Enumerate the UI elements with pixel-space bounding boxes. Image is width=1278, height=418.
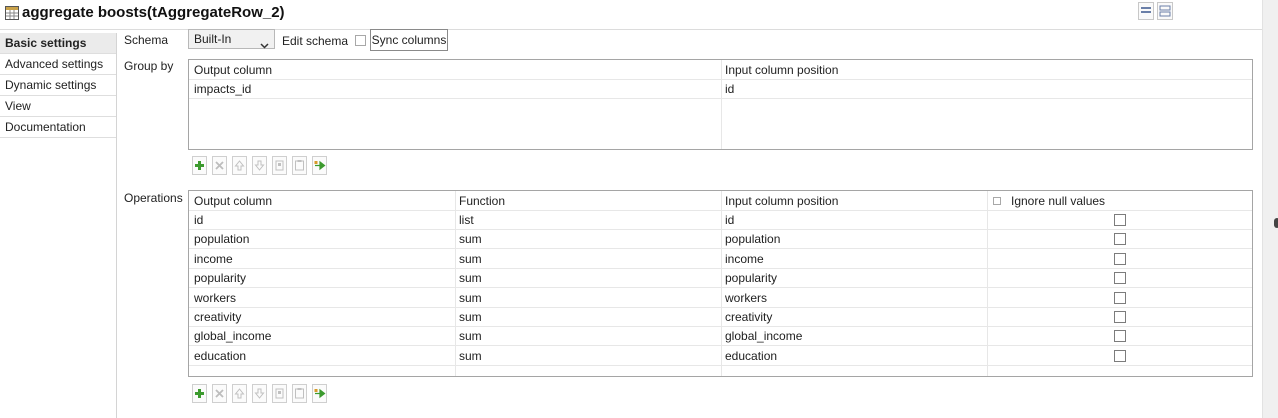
sidebar-item-advanced-settings[interactable]: Advanced settings <box>0 54 116 75</box>
function-cell[interactable]: list <box>455 211 474 230</box>
input-column-cell[interactable]: global_income <box>721 327 802 346</box>
sidebar-item-documentation[interactable]: Documentation <box>0 117 116 138</box>
input-column-cell[interactable]: id <box>721 211 734 230</box>
move-down-icon[interactable] <box>252 156 267 175</box>
column-header[interactable]: Output column <box>190 192 272 211</box>
aggregate-component-icon <box>5 6 19 20</box>
group-by-header-row: Output column Input column position <box>189 61 1252 80</box>
function-cell[interactable]: sum <box>455 327 482 346</box>
table-row[interactable]: population sum population <box>189 230 1252 250</box>
output-column-cell[interactable]: income <box>190 250 233 269</box>
output-column-cell[interactable]: education <box>190 347 246 366</box>
component-title: aggregate boosts(tAggregateRow_2) <box>22 4 285 21</box>
column-header[interactable]: Input column position <box>721 61 838 80</box>
ignore-null-all-checkbox[interactable] <box>993 197 1001 205</box>
ignore-null-checkbox[interactable] <box>1114 233 1126 246</box>
function-cell[interactable]: sum <box>455 230 482 249</box>
settings-sidebar: Basic settings Advanced settings Dynamic… <box>0 33 117 418</box>
copy-icon[interactable] <box>272 384 287 403</box>
table-row[interactable]: global_income sum global_income <box>189 327 1252 347</box>
function-cell[interactable]: sum <box>455 289 482 308</box>
output-column-cell[interactable]: creativity <box>190 308 241 327</box>
remove-icon[interactable] <box>212 384 227 403</box>
schema-select-value: Built-In <box>194 32 232 46</box>
output-column-cell[interactable]: workers <box>190 289 236 308</box>
column-header[interactable]: Function <box>455 192 505 211</box>
operations-label: Operations <box>124 191 183 205</box>
function-cell[interactable]: sum <box>455 269 482 288</box>
form-view-icon[interactable] <box>1157 2 1173 20</box>
output-column-cell[interactable]: global_income <box>190 327 271 346</box>
ignore-null-checkbox[interactable] <box>1114 311 1126 323</box>
output-column-cell[interactable]: id <box>190 211 203 230</box>
schema-select[interactable]: Built-In <box>188 29 275 49</box>
table-row[interactable]: id list id <box>189 211 1252 230</box>
column-header[interactable]: Output column <box>190 61 272 80</box>
function-cell[interactable]: sum <box>455 250 482 269</box>
column-header[interactable]: Input column position <box>721 192 838 211</box>
move-up-icon[interactable] <box>232 384 247 403</box>
output-column-cell[interactable]: population <box>190 230 249 249</box>
column-header[interactable]: Ignore null values <box>1007 192 1105 211</box>
input-column-cell[interactable]: popularity <box>721 269 777 288</box>
sync-columns-button[interactable]: Sync columns <box>370 29 448 51</box>
table-row[interactable]: popularity sum popularity <box>189 269 1252 289</box>
table-row[interactable]: workers sum workers <box>189 289 1252 308</box>
operations-header-row: Output column Function Input column posi… <box>189 192 1252 211</box>
ignore-null-checkbox[interactable] <box>1114 291 1126 304</box>
group-by-table: Output column Input column position impa… <box>188 59 1253 150</box>
schema-label: Schema <box>124 33 169 47</box>
table-row[interactable]: education sum education <box>189 347 1252 366</box>
move-up-icon[interactable] <box>232 156 247 175</box>
ignore-null-checkbox[interactable] <box>1114 330 1126 343</box>
add-icon[interactable] <box>192 384 207 403</box>
sidebar-item-view[interactable]: View <box>0 96 116 117</box>
table-row[interactable]: income sum income <box>189 250 1252 269</box>
sidebar-item-dynamic-settings[interactable]: Dynamic settings <box>0 75 116 96</box>
import-icon[interactable] <box>312 156 327 175</box>
function-cell[interactable]: sum <box>455 347 482 366</box>
ignore-null-checkbox[interactable] <box>1114 349 1126 362</box>
output-column-cell[interactable]: popularity <box>190 269 246 288</box>
input-column-cell[interactable]: workers <box>721 289 767 308</box>
input-column-cell[interactable]: id <box>721 80 734 99</box>
move-down-icon[interactable] <box>252 384 267 403</box>
add-icon[interactable] <box>192 156 207 175</box>
output-column-cell[interactable]: impacts_id <box>190 80 251 99</box>
sidebar-item-basic-settings[interactable]: Basic settings <box>0 33 116 54</box>
vertical-scrollbar[interactable] <box>1262 0 1278 418</box>
copy-icon[interactable] <box>272 156 287 175</box>
table-row[interactable]: creativity sum creativity <box>189 308 1252 327</box>
title-bar: aggregate boosts(tAggregateRow_2) <box>0 0 1262 30</box>
remove-icon[interactable] <box>212 156 227 175</box>
paste-icon[interactable] <box>292 384 307 403</box>
paste-icon[interactable] <box>292 156 307 175</box>
group-by-label: Group by <box>124 59 174 73</box>
chevron-down-icon <box>260 36 269 54</box>
table-row[interactable]: impacts_id id <box>189 80 1252 99</box>
ignore-null-checkbox[interactable] <box>1114 272 1126 285</box>
scroll-marker <box>1274 218 1278 228</box>
edit-schema-checkbox[interactable] <box>355 35 366 46</box>
table-view-icon[interactable] <box>1138 2 1154 20</box>
operations-table: Output column Function Input column posi… <box>188 190 1253 377</box>
input-column-cell[interactable]: education <box>721 347 777 366</box>
import-icon[interactable] <box>312 384 327 403</box>
function-cell[interactable]: sum <box>455 308 482 327</box>
edit-schema-label: Edit schema <box>282 34 349 48</box>
input-column-cell[interactable]: creativity <box>721 308 772 327</box>
ignore-null-checkbox[interactable] <box>1114 252 1126 265</box>
input-column-cell[interactable]: income <box>721 250 764 269</box>
input-column-cell[interactable]: population <box>721 230 780 249</box>
ignore-null-checkbox[interactable] <box>1114 214 1126 226</box>
